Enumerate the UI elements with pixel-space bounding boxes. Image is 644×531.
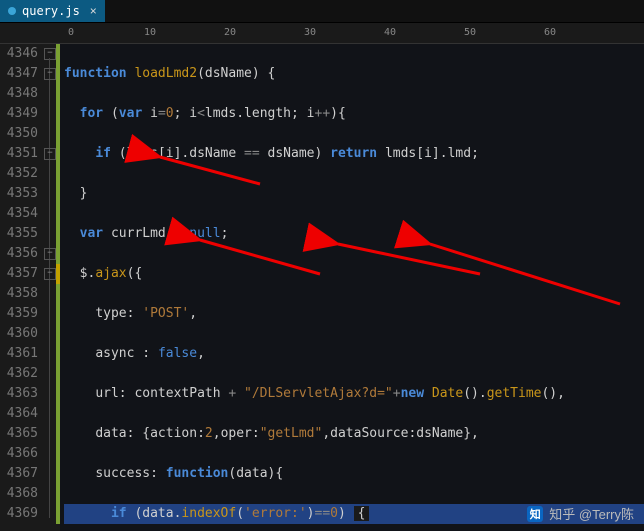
line-number: 4349: [0, 104, 38, 124]
line-number: 4353: [0, 184, 38, 204]
file-icon: [8, 7, 16, 15]
line-number: 4363: [0, 384, 38, 404]
ruler-tick: 10: [144, 27, 156, 38]
line-number: 4348: [0, 84, 38, 104]
ruler-tick: 30: [304, 27, 316, 38]
line-number: 4357: [0, 264, 38, 284]
ruler: 0 10 20 30 40 50 60: [0, 23, 644, 44]
fold-gutter: − − − − −: [44, 44, 56, 531]
line-number: 4364: [0, 404, 38, 424]
line-number: 4358: [0, 284, 38, 304]
fold-marker[interactable]: −: [44, 68, 56, 80]
code-area[interactable]: function loadLmd2(dsName) { for (var i=0…: [60, 44, 644, 531]
line-number: 4367: [0, 464, 38, 484]
line-number: 4365: [0, 424, 38, 444]
fold-marker[interactable]: −: [44, 148, 56, 160]
line-number: 4366: [0, 444, 38, 464]
tab-bar: query.js ×: [0, 0, 644, 23]
line-number-gutter: 4346434743484349435043514352435343544355…: [0, 44, 44, 531]
line-number: 4355: [0, 224, 38, 244]
zhihu-logo-icon: 知: [527, 506, 543, 522]
line-number: 4352: [0, 164, 38, 184]
line-number: 4346: [0, 44, 38, 64]
line-number: 4361: [0, 344, 38, 364]
line-number: 4362: [0, 364, 38, 384]
tab-label: query.js: [22, 4, 80, 18]
fold-marker[interactable]: −: [44, 268, 56, 280]
line-number: 4350: [0, 124, 38, 144]
watermark: 知 知乎 @Terry陈: [527, 504, 634, 523]
watermark-text: 知乎 @Terry陈: [549, 504, 634, 523]
line-number: 4351: [0, 144, 38, 164]
line-number: 4359: [0, 304, 38, 324]
ruler-tick: 60: [544, 27, 556, 38]
ruler-tick: 40: [384, 27, 396, 38]
line-number: 4360: [0, 324, 38, 344]
tab-query-js[interactable]: query.js ×: [0, 0, 105, 22]
close-icon[interactable]: ×: [90, 4, 97, 18]
line-number: 4354: [0, 204, 38, 224]
ruler-tick: 20: [224, 27, 236, 38]
line-number: 4347: [0, 64, 38, 84]
line-number: 4368: [0, 484, 38, 504]
line-number: 4369: [0, 504, 38, 524]
line-number: 4356: [0, 244, 38, 264]
fold-marker[interactable]: −: [44, 248, 56, 260]
ruler-tick: 0: [68, 27, 74, 38]
fold-marker[interactable]: −: [44, 48, 56, 60]
ruler-tick: 50: [464, 27, 476, 38]
